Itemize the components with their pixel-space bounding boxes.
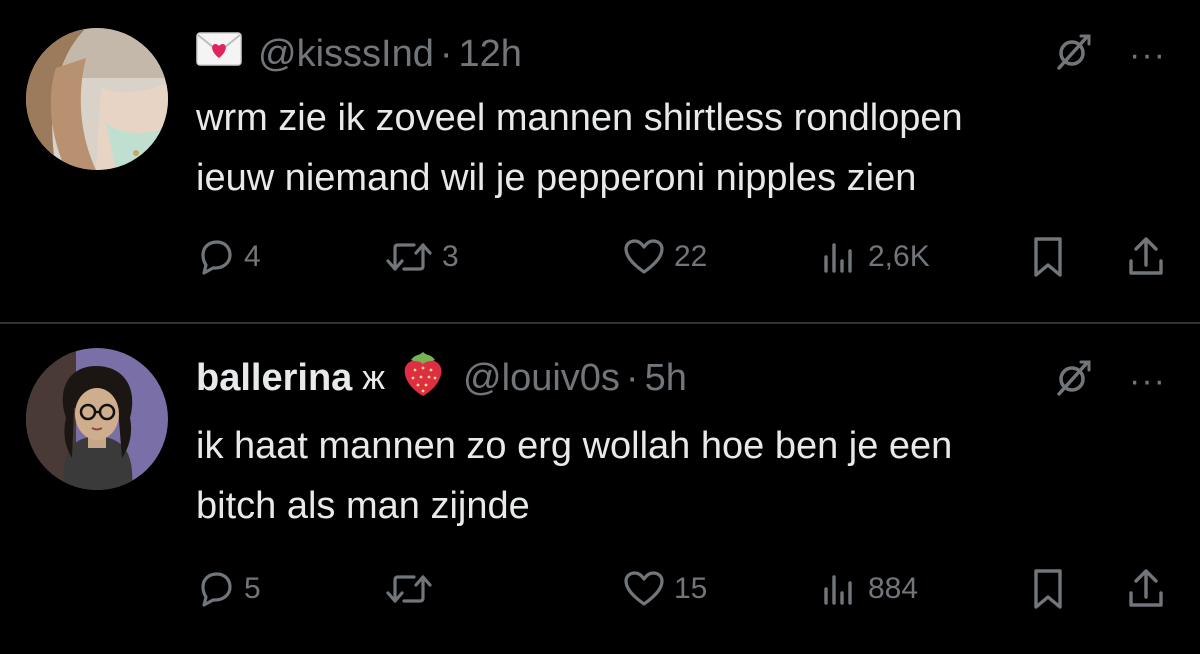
views-icon [820,237,860,277]
tweet-text: wrm zie ik zoveel mannen shirtless rondl… [196,88,1176,208]
handle[interactable]: @kisssInd [258,33,434,76]
reply-icon [196,569,236,609]
share-button[interactable] [1126,232,1166,282]
retweet-icon [384,237,434,277]
like-count: 15 [674,572,708,605]
views-button[interactable]: 884 [820,564,918,614]
tweet-text-line: wrm zie ik zoveel mannen shirtless rondl… [196,97,963,139]
separator: · [625,356,639,399]
retweet-count: 3 [442,240,459,273]
view-count: 884 [868,572,919,605]
bookmark-icon [1028,235,1068,279]
view-count: 2,6K [868,240,930,273]
share-icon [1126,235,1166,279]
bookmark-button[interactable] [1028,232,1068,282]
tweet-text-line: ik haat mannen zo erg wollah hoe ben je … [196,425,953,467]
reply-count: 5 [244,572,261,605]
heart-icon [622,237,666,277]
action-bar: 4 3 22 2,6K [196,232,1172,282]
share-button[interactable] [1126,564,1166,614]
timestamp[interactable]: 12h [459,33,522,76]
header-actions: ··· [1053,358,1166,403]
separator: · [439,32,453,75]
header-actions: ··· [1053,32,1166,77]
share-icon [1126,567,1166,611]
tweet-text-line: ieuw niemand wil je pepperoni nipples zi… [196,157,917,199]
views-button[interactable]: 2,6K [820,232,930,282]
tweet-text: ik haat mannen zo erg wollah hoe ben je … [196,416,1176,536]
name-symbol: ж [362,358,386,397]
tweet-text-line: bitch als man zijnde [196,485,530,527]
tweet[interactable]: @kisssInd · 12h ··· wrm zie ik zoveel ma… [0,0,1200,322]
avatar[interactable] [26,348,168,490]
reply-button[interactable]: 5 [196,564,261,614]
views-icon [820,569,860,609]
grok-icon[interactable] [1053,358,1093,403]
timestamp[interactable]: 5h [645,357,687,400]
tweet[interactable]: ballerina ж @louiv0s · 5h ··· ik haat ma… [0,324,1200,654]
retweet-button[interactable] [384,564,442,614]
like-button[interactable]: 22 [622,232,707,282]
reply-icon [196,237,236,277]
reply-count: 4 [244,240,261,273]
reply-button[interactable]: 4 [196,232,261,282]
bookmark-icon [1028,567,1068,611]
retweet-icon [384,569,434,609]
strawberry-emoji [399,348,447,408]
avatar[interactable] [26,28,168,170]
tweet-header: @kisssInd · 12h [196,26,522,82]
tweet-header: ballerina ж @louiv0s · 5h [196,350,687,406]
action-bar: 5 15 884 [196,564,1172,614]
handle[interactable]: @louiv0s [463,357,620,400]
like-button[interactable]: 15 [622,564,707,614]
heart-icon [622,569,666,609]
bookmark-button[interactable] [1028,564,1068,614]
more-options-icon[interactable]: ··· [1129,38,1166,72]
more-options-icon[interactable]: ··· [1129,364,1166,398]
like-count: 22 [674,240,708,273]
grok-icon[interactable] [1053,32,1093,77]
love-letter-emoji [196,32,242,76]
retweet-button[interactable]: 3 [384,232,459,282]
display-name[interactable]: ballerina [196,357,352,400]
